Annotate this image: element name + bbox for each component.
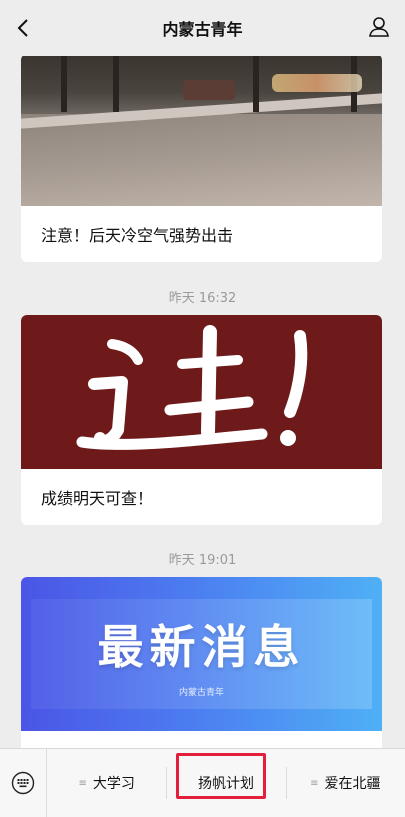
back-arrow-icon[interactable] bbox=[12, 16, 36, 40]
banner-logo: 内蒙古青年 bbox=[178, 687, 224, 698]
news-banner-image: 最新消息 内蒙古青年 bbox=[21, 577, 382, 731]
user-profile-icon[interactable] bbox=[367, 15, 391, 39]
nav-header: 内蒙古青年 bbox=[0, 0, 405, 56]
menu-item-study[interactable]: ≡ 大学习 bbox=[47, 749, 166, 817]
menu-item-label: 爱在北疆 bbox=[324, 776, 381, 792]
bottom-menu-bar: ≡ 大学习 扬帆计划 ≡ 爱在北疆 bbox=[0, 748, 405, 817]
article-title: 成绩明天可查！ bbox=[41, 489, 154, 508]
timestamp: 昨天 19:01 bbox=[168, 553, 237, 568]
article-card[interactable]: 最新消息 内蒙古青年 bbox=[21, 577, 382, 748]
keyboard-toggle-button[interactable] bbox=[0, 749, 47, 817]
submenu-icon: ≡ bbox=[310, 777, 319, 789]
keyboard-icon bbox=[11, 771, 35, 795]
street-photo bbox=[21, 56, 382, 206]
message-feed[interactable]: 注意！后天冷空气强势出击 昨天 16:32 成绩明天可查！ 昨天 19:01 最… bbox=[0, 56, 405, 748]
menu-item-love-north[interactable]: ≡ 爱在北疆 bbox=[285, 749, 405, 817]
article-card[interactable]: 注意！后天冷空气强势出击 bbox=[21, 56, 382, 262]
highlight-box bbox=[176, 753, 266, 799]
notice-banner-image bbox=[21, 315, 382, 469]
submenu-icon: ≡ bbox=[78, 777, 87, 789]
page-title: 内蒙古青年 bbox=[162, 20, 243, 39]
banner-headline: 最新消息 bbox=[97, 619, 306, 674]
menu-item-label: 大学习 bbox=[92, 776, 135, 792]
article-title: 注意！后天冷空气强势出击 bbox=[41, 226, 234, 245]
calligraphy-graphic bbox=[76, 325, 307, 450]
timestamp: 昨天 16:32 bbox=[168, 291, 237, 306]
article-card[interactable]: 成绩明天可查！ bbox=[21, 315, 382, 525]
article-title bbox=[21, 731, 382, 748]
